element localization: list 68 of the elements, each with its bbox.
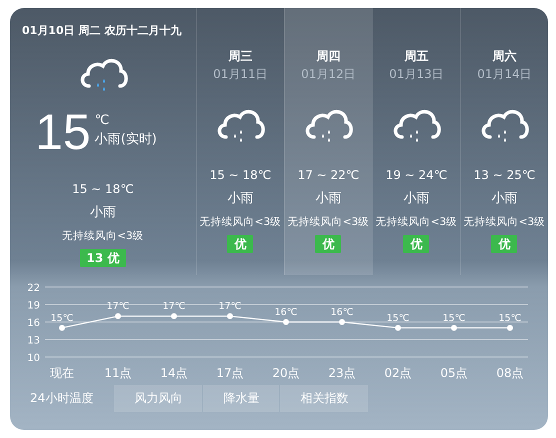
axis-label: 20点 — [272, 366, 300, 380]
air-quality-badge: 优 — [315, 235, 342, 253]
temperature-range: 13 ~ 25℃ — [474, 167, 536, 184]
wind-text: 无持续风向<3级 — [288, 215, 370, 230]
data-label: 15℃ — [498, 312, 522, 324]
axis-label: 23点 — [328, 366, 356, 380]
axis-label: 19 — [27, 300, 40, 312]
weekday: 周四 — [316, 48, 340, 65]
date-text: 01月11日 — [213, 66, 268, 83]
date-text: 01月14日 — [477, 66, 532, 83]
axis-label: 现在 — [50, 366, 74, 380]
data-label: 15℃ — [50, 312, 74, 324]
data-label: 17℃ — [218, 301, 242, 312]
weekday: 周三 — [228, 48, 252, 65]
wind-text: 无持续风向<3级 — [376, 215, 458, 230]
axis-label: 17点 — [216, 366, 244, 380]
wind-text: 无持续风向<3级 — [62, 229, 144, 244]
weather-text: 小雨 — [227, 190, 254, 208]
axis-label: 14点 — [160, 366, 188, 380]
temperature-range: 15 ~ 18℃ — [72, 181, 134, 198]
weekday: 周五 — [404, 48, 428, 65]
air-quality-badge: 13 优 — [80, 249, 126, 267]
forecast-day[interactable]: 周四 01月12日 17 ~ 22℃ 小雨 无持续风向<3级 优 — [284, 8, 372, 275]
date-text: 01月13日 — [389, 66, 444, 83]
wind-text: 无持续风向<3级 — [200, 215, 282, 230]
data-label: 16℃ — [330, 307, 354, 318]
date-text: 01月12日 — [301, 66, 356, 83]
data-point — [339, 319, 345, 325]
weather-text: 小雨 — [403, 190, 430, 208]
axis-label: 16 — [27, 318, 40, 329]
axis-label: 10 — [27, 353, 40, 364]
forecast-day[interactable]: 周六 01月14日 13 ~ 25℃ 小雨 无持续风向<3级 优 — [460, 8, 548, 275]
data-point — [59, 324, 65, 331]
data-label: 17℃ — [106, 301, 130, 312]
current-temperature: 15 — [35, 107, 91, 157]
data-label: 17℃ — [162, 301, 186, 312]
data-point — [395, 324, 401, 331]
weather-text: 小雨 — [315, 190, 342, 208]
date-header: 01月10日 周二 农历十二月十九 — [22, 23, 182, 39]
data-point — [507, 324, 513, 331]
data-point — [115, 313, 121, 320]
data-point — [171, 313, 177, 320]
weather-text: 小雨 — [90, 204, 116, 222]
air-quality-badge: 优 — [227, 235, 254, 253]
forecast-day[interactable]: 周五 01月13日 19 ~ 24℃ 小雨 无持续风向<3级 优 — [372, 8, 460, 275]
data-point — [451, 324, 457, 331]
axis-label: 13 — [27, 336, 40, 346]
temperature-range: 19 ~ 24℃ — [386, 167, 448, 184]
current-condition: 小雨(实时) — [94, 131, 157, 148]
temperature-range: 15 ~ 18℃ — [210, 167, 272, 184]
data-point — [227, 313, 233, 320]
wind-text: 无持续风向<3级 — [464, 215, 546, 230]
axis-label: 22 — [27, 283, 40, 294]
data-point — [283, 319, 289, 325]
weather-text: 小雨 — [491, 190, 518, 208]
air-quality-badge: 优 — [491, 235, 518, 253]
temperature-range: 17 ~ 22℃ — [298, 167, 360, 184]
data-label: 15℃ — [442, 312, 466, 324]
axis-label: 11点 — [104, 366, 132, 380]
temperature-unit: ℃ — [94, 113, 110, 128]
forecast-day[interactable]: 周三 01月11日 15 ~ 18℃ 小雨 无持续风向<3级 优 — [196, 8, 284, 275]
weekday: 周六 — [492, 48, 516, 65]
data-label: 15℃ — [386, 312, 410, 324]
data-label: 16℃ — [274, 307, 298, 318]
axis-label: 02点 — [384, 366, 412, 380]
axis-label: 05点 — [440, 366, 468, 380]
axis-label: 08点 — [496, 366, 524, 380]
air-quality-badge: 优 — [403, 235, 430, 253]
